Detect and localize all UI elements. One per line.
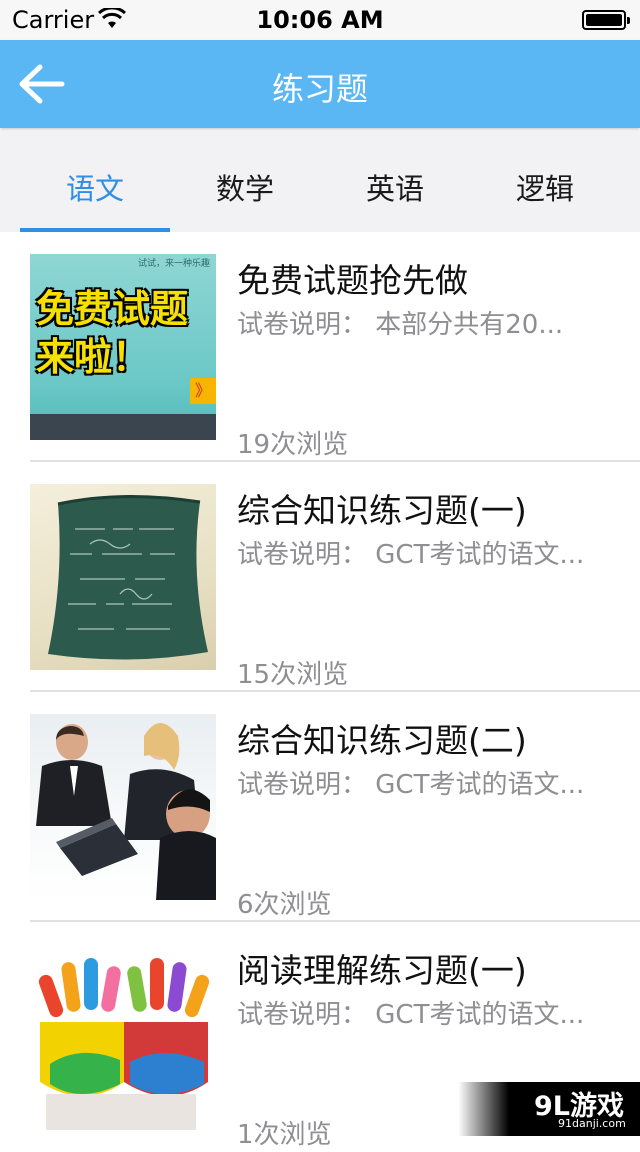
- page-title: 练习题: [271, 70, 368, 108]
- tab-label: 英语: [365, 172, 424, 206]
- tab-label: 语文: [65, 172, 124, 206]
- list-item[interactable]: 试试，来一种乐趣 免费试题 来啦！ 》 免费试题抢先做 试卷说明： 本部分共有2…: [0, 232, 640, 462]
- item-description: 试卷说明： GCT考试的语文...: [237, 770, 585, 800]
- clock-time: 10:06 AM: [256, 6, 384, 34]
- item-description: 试卷说明： GCT考试的语文...: [237, 1000, 585, 1030]
- tab-logic[interactable]: 逻辑: [470, 130, 620, 232]
- item-title: 阅读理解练习题(一): [237, 951, 527, 990]
- pillow-illustration: [48, 495, 208, 660]
- view-count: 6次浏览: [237, 890, 332, 920]
- list-item[interactable]: 综合知识练习题(一) 试卷说明： GCT考试的语文... 15次浏览: [0, 462, 640, 692]
- tab-label: 逻辑: [515, 172, 574, 206]
- item-title: 综合知识练习题(二): [237, 721, 527, 760]
- item-title: 综合知识练习题(一): [237, 491, 527, 530]
- banner-line-2: 来啦！: [36, 335, 151, 379]
- subject-tabs: 语文 数学 英语 逻辑: [0, 130, 640, 232]
- item-description: 试卷说明： GCT考试的语文...: [237, 540, 585, 570]
- tab-math[interactable]: 数学: [170, 130, 320, 232]
- navigation-bar: 练习题: [0, 40, 640, 128]
- view-count: 1次浏览: [237, 1120, 332, 1150]
- battery-icon: [582, 10, 630, 30]
- item-title: 免费试题抢先做: [237, 261, 468, 300]
- banner-bottom-strip: [30, 414, 216, 440]
- meeting-illustration: [36, 723, 216, 900]
- status-bar: Carrier 10:06 AM: [0, 0, 640, 40]
- hands-illustration: [38, 958, 210, 1130]
- list-item[interactable]: 综合知识练习题(二) 试卷说明： GCT考试的语文... 6次浏览: [0, 692, 640, 922]
- painted-hands-photo: [30, 944, 216, 1130]
- banner-small-text: 试试，来一种乐趣: [137, 259, 210, 269]
- watermark-url: 91danji.com: [558, 1117, 626, 1130]
- site-watermark: 9L游戏 91danji.com: [458, 1082, 640, 1136]
- banner-tag-glyph: 》: [194, 381, 211, 400]
- tab-english[interactable]: 英语: [320, 130, 470, 232]
- free-exam-banner-image: 试试，来一种乐趣 免费试题 来啦！ 》: [30, 254, 216, 440]
- banner-tag: 》: [190, 378, 216, 404]
- tab-label: 数学: [215, 172, 274, 206]
- pillow-photo: [30, 484, 216, 670]
- business-meeting-photo: [30, 714, 216, 900]
- view-count: 19次浏览: [237, 430, 349, 460]
- banner-line-1: 免费试题: [36, 287, 189, 331]
- item-description: 试卷说明： 本部分共有20...: [237, 310, 564, 340]
- tab-chinese[interactable]: 语文: [20, 130, 170, 232]
- view-count: 15次浏览: [237, 660, 349, 690]
